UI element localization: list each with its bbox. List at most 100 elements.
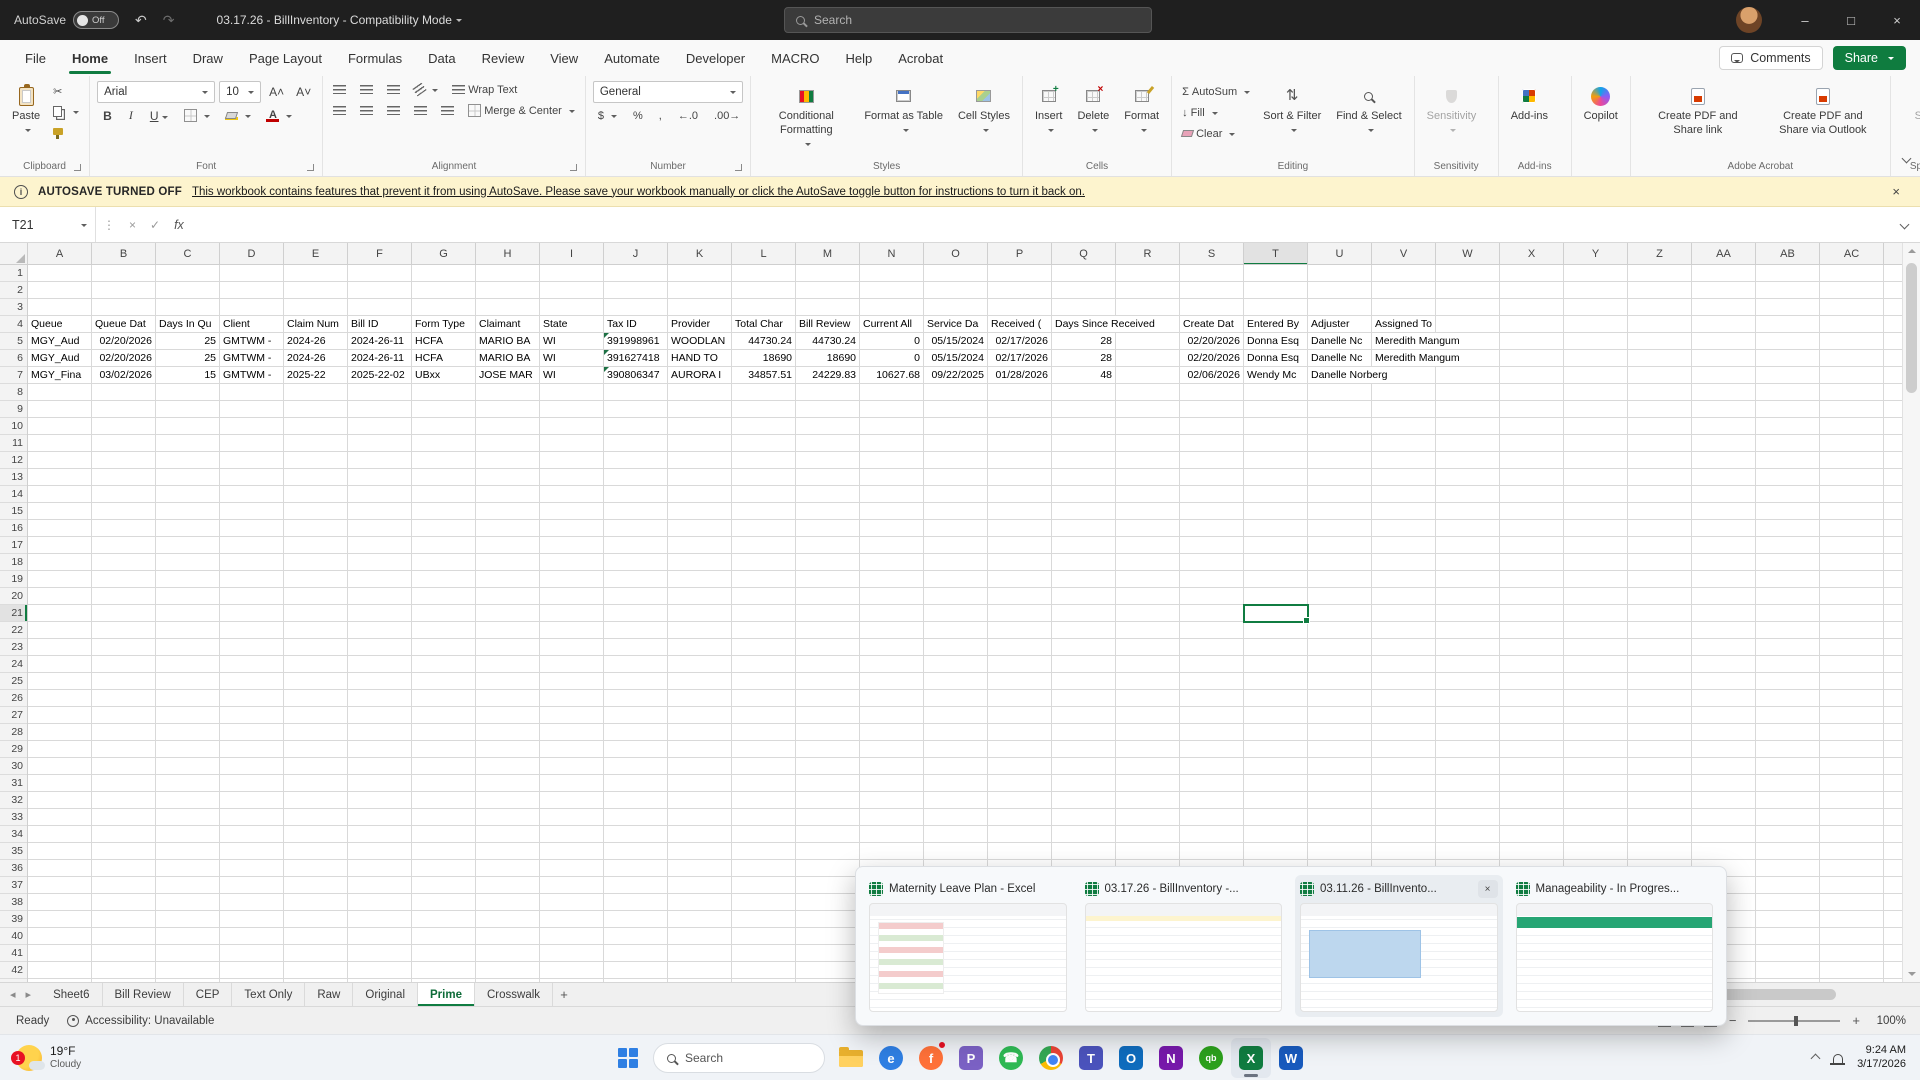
column-header-i[interactable]: I <box>540 243 604 265</box>
sheet-tab-cep[interactable]: CEP <box>184 983 233 1006</box>
cell-p7[interactable]: 01/28/2026 <box>988 367 1051 383</box>
column-header-a[interactable]: A <box>28 243 92 265</box>
column-header-ac[interactable]: AC <box>1820 243 1884 265</box>
cell-h6[interactable]: MARIO BA <box>476 350 539 366</box>
window-preview-4[interactable]: Manageability - In Progres... <box>1511 875 1719 1017</box>
cell-styles-button[interactable]: Cell Styles <box>953 81 1015 137</box>
row-header-39[interactable]: 39 <box>0 911 27 928</box>
add-sheet-button[interactable]: + <box>553 983 575 1006</box>
row-header-2[interactable]: 2 <box>0 282 27 299</box>
row-header-35[interactable]: 35 <box>0 843 27 860</box>
row-header-11[interactable]: 11 <box>0 435 27 452</box>
clipboard-dialog-launcher[interactable] <box>74 164 81 171</box>
column-header-r[interactable]: R <box>1116 243 1180 265</box>
alignment-dialog-launcher[interactable] <box>570 164 577 171</box>
cell-u4[interactable]: Adjuster <box>1308 316 1371 332</box>
outlook-icon[interactable]: O <box>1111 1038 1151 1078</box>
cell-f4[interactable]: Bill ID <box>348 316 411 332</box>
menu-tab-help[interactable]: Help <box>833 40 886 76</box>
column-header-s[interactable]: S <box>1180 243 1244 265</box>
cell-v6[interactable]: Meredith Mangum <box>1372 350 1499 366</box>
cell-j4[interactable]: Tax ID <box>604 316 667 332</box>
row-header-21[interactable]: 21 <box>0 605 27 622</box>
cell-n4[interactable]: Current All <box>860 316 923 332</box>
cell-l4[interactable]: Total Char <box>732 316 795 332</box>
decrease-indent-button[interactable] <box>411 102 430 119</box>
avatar[interactable] <box>1736 7 1762 33</box>
cell-m5[interactable]: 44730.24 <box>796 333 859 349</box>
column-header-f[interactable]: F <box>348 243 412 265</box>
cell-m6[interactable]: 18690 <box>796 350 859 366</box>
column-header-k[interactable]: K <box>668 243 732 265</box>
cell-s4[interactable]: Create Dat <box>1180 316 1243 332</box>
formula-input[interactable] <box>191 207 1889 242</box>
cell-m4[interactable]: Bill Review <box>796 316 859 332</box>
hidden-icons-chevron[interactable] <box>1811 1053 1821 1063</box>
column-header-g[interactable]: G <box>412 243 476 265</box>
cell-b4[interactable]: Queue Dat <box>92 316 155 332</box>
italic-button[interactable]: I <box>125 107 137 124</box>
window-preview-1[interactable]: Maternity Leave Plan - Excel <box>864 875 1072 1017</box>
cell-d7[interactable]: GMTWM - <box>220 367 283 383</box>
number-dialog-launcher[interactable] <box>735 164 742 171</box>
menu-tab-draw[interactable]: Draw <box>180 40 236 76</box>
decrease-font-button[interactable]: A˅ <box>292 84 315 100</box>
autosum-button[interactable]: ΣAutoSum <box>1179 83 1253 100</box>
cell-i5[interactable]: WI <box>540 333 603 349</box>
menu-tab-review[interactable]: Review <box>469 40 538 76</box>
cell-i4[interactable]: State <box>540 316 603 332</box>
align-bottom-button[interactable] <box>384 81 403 98</box>
cell-q4[interactable]: Days Since Received <box>1052 316 1179 332</box>
align-middle-button[interactable] <box>357 81 376 98</box>
row-header-4[interactable]: 4 <box>0 316 27 333</box>
format-as-table-button[interactable]: Format as Table <box>859 81 948 137</box>
align-left-button[interactable] <box>330 102 349 119</box>
cell-f6[interactable]: 2024-26-11 <box>348 350 411 366</box>
insert-cells-button[interactable]: Insert <box>1030 81 1068 137</box>
cell-h5[interactable]: MARIO BA <box>476 333 539 349</box>
weather-widget[interactable]: 1 19°F Cloudy <box>10 1035 87 1080</box>
zoom-in-button[interactable]: + <box>1850 1013 1862 1028</box>
delete-cells-button[interactable]: Delete <box>1072 81 1114 137</box>
excel-icon[interactable]: X <box>1231 1038 1271 1078</box>
cell-a6[interactable]: MGY_Aud <box>28 350 91 366</box>
cell-d6[interactable]: GMTWM - <box>220 350 283 366</box>
row-header-6[interactable]: 6 <box>0 350 27 367</box>
row-header-16[interactable]: 16 <box>0 520 27 537</box>
row-header-34[interactable]: 34 <box>0 826 27 843</box>
column-header-t[interactable]: T <box>1244 243 1308 265</box>
horizontal-scroll-thumb[interactable] <box>1722 989 1836 1000</box>
row-header-42[interactable]: 42 <box>0 962 27 979</box>
cell-s7[interactable]: 02/06/2026 <box>1180 367 1243 383</box>
cell-f7[interactable]: 2025-22-02 <box>348 367 411 383</box>
document-title[interactable]: 03.17.26 - BillInventory - Compatibility… <box>217 13 462 27</box>
conditional-formatting-button[interactable]: Conditional Formatting <box>758 81 854 151</box>
cell-e4[interactable]: Claim Num <box>284 316 347 332</box>
collapse-ribbon-button[interactable] <box>1903 150 1910 168</box>
cell-t4[interactable]: Entered By <box>1244 316 1307 332</box>
accounting-format-button[interactable]: $ <box>595 107 620 124</box>
cell-p4[interactable]: Received ( <box>988 316 1051 332</box>
redo-button[interactable]: ↷ <box>163 12 175 29</box>
firefox-icon[interactable]: f <box>911 1038 951 1078</box>
vertical-scroll-thumb[interactable] <box>1906 263 1917 393</box>
row-header-29[interactable]: 29 <box>0 741 27 758</box>
column-header-w[interactable]: W <box>1436 243 1500 265</box>
word-icon[interactable]: W <box>1271 1038 1311 1078</box>
format-cells-button[interactable]: Format <box>1119 81 1164 137</box>
cell-h7[interactable]: JOSE MAR <box>476 367 539 383</box>
row-header-32[interactable]: 32 <box>0 792 27 809</box>
number-format-select[interactable]: General <box>593 81 743 103</box>
column-header-e[interactable]: E <box>284 243 348 265</box>
cell-g6[interactable]: HCFA <box>412 350 475 366</box>
decrease-decimal-button[interactable]: .00→ <box>711 107 743 124</box>
sheet-tab-original[interactable]: Original <box>353 983 418 1006</box>
cell-n6[interactable]: 0 <box>860 350 923 366</box>
row-header-8[interactable]: 8 <box>0 384 27 401</box>
window-preview-2[interactable]: 03.17.26 - BillInventory -... <box>1080 875 1288 1017</box>
cell-d4[interactable]: Client <box>220 316 283 332</box>
addins-button[interactable]: Add-ins <box>1506 81 1553 128</box>
next-sheet-button[interactable]: ▸ <box>26 988 32 1001</box>
align-right-button[interactable] <box>384 102 403 119</box>
column-header-c[interactable]: C <box>156 243 220 265</box>
